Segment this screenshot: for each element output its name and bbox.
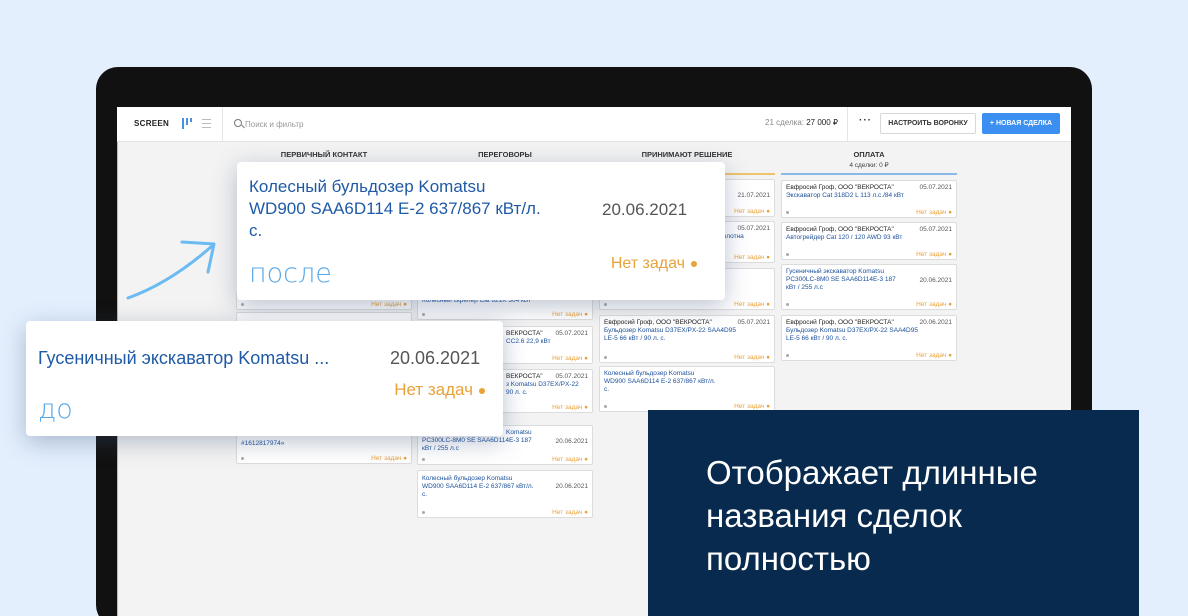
task-status: Нет задач ● bbox=[916, 352, 952, 359]
deal-card[interactable]: Гусеничный экскаватор Komatsu PC300LC-8M… bbox=[781, 264, 957, 310]
deal-title: Бульдозер Komatsu D37EX/PX-22 SAA4D95 bbox=[786, 327, 918, 334]
task-status: Нет задач ● bbox=[552, 404, 588, 411]
promo-text: Отображает длинные названия сделок полно… bbox=[706, 454, 1038, 577]
column-bar-payment bbox=[781, 173, 957, 175]
task-status: Нет задач ● bbox=[734, 208, 770, 215]
deal-contact: Евфросий Гроф, ООО "ВЕКРОСТА" bbox=[604, 319, 712, 326]
deal-date: 20.06.2021 bbox=[555, 438, 588, 445]
deal-title-line2: PC300LC-8M0 SE SAA6D114E-3 187 bbox=[786, 276, 896, 283]
deal-card[interactable]: Евфросий Гроф, ООО "ВЕКРОСТА" 05.07.2021 … bbox=[781, 180, 957, 218]
search-icon bbox=[234, 119, 242, 127]
deal-date: 05.07.2021 bbox=[737, 225, 770, 232]
summary-count: 21 сделка: bbox=[765, 118, 804, 127]
zoom-after-title-line2: WD900 SAA6D114 E-2 637/867 кВт/л. bbox=[249, 199, 541, 218]
zoom-after-title-line3: с. bbox=[249, 221, 263, 240]
deal-card[interactable]: Евфросий Гроф, ООО "ВЕКРОСТА" 05.07.2021 … bbox=[781, 222, 957, 260]
divider bbox=[222, 107, 223, 142]
top-toolbar: SCREEN 21 сделка: 27 000 ₽ ··· НАСТРОИТЬ… bbox=[117, 107, 1071, 142]
deal-title: Колесный бульдозер Komatsu bbox=[604, 370, 695, 377]
zoom-before-date: 20.06.2021 bbox=[390, 348, 481, 368]
task-status: Нет задач ● bbox=[916, 209, 952, 216]
deal-title: Гусеничный экскаватор Komatsu bbox=[786, 268, 884, 275]
column-title-payment: ОПЛАТА bbox=[853, 150, 885, 159]
deal-title: #1612817974» bbox=[241, 440, 285, 447]
zoom-before-label: до bbox=[38, 394, 73, 425]
deal-contact: Евфросий Гроф, ООО "ВЕКРОСТА" bbox=[786, 184, 894, 191]
deal-title-line2: WD900 SAA6D114 E-2 637/867 кВт/л. bbox=[422, 483, 534, 490]
column-subtitle-payment: 4 сделки: 0 ₽ bbox=[849, 162, 889, 169]
task-status: Нет задач ● bbox=[552, 311, 588, 318]
promo-panel: Отображает длинные названия сделок полно… bbox=[648, 410, 1139, 616]
deal-title: Автогрейдер Cat 120 / 120 AWD 93 кВт bbox=[786, 234, 903, 241]
zoom-card-after: Колесный бульдозер Komatsu WD900 SAA6D11… bbox=[237, 162, 725, 300]
task-status: Нет задач ● bbox=[552, 509, 588, 516]
new-deal-button[interactable]: + НОВАЯ СДЕЛКА bbox=[982, 113, 1060, 134]
deal-date: 21.07.2021 bbox=[737, 192, 770, 199]
deal-date: 20.06.2021 bbox=[919, 319, 952, 326]
brand-logo: SCREEN bbox=[134, 119, 170, 128]
deal-card[interactable]: Колесный бульдозер Komatsu WD900 SAA6D11… bbox=[599, 366, 775, 412]
setup-funnel-button[interactable]: НАСТРОИТЬ ВОРОНКУ bbox=[880, 113, 976, 134]
deal-card[interactable]: Евфросий Гроф, ООО "ВЕКРОСТА" 20.06.2021 … bbox=[781, 315, 957, 361]
zoom-before-task-status: Нет задач bbox=[394, 380, 485, 400]
more-button[interactable]: ··· bbox=[859, 115, 872, 126]
zoom-before-task-text: Нет задач bbox=[394, 380, 473, 399]
deal-title-line3: с. bbox=[422, 491, 428, 498]
task-status: Нет задач ● bbox=[734, 301, 770, 308]
deal-title-line2: PC300LC-8M0 SE SAA6D114E-3 187 bbox=[422, 437, 532, 444]
zoom-after-task-text: Нет задач bbox=[610, 255, 685, 272]
deal-title-line3: с. bbox=[604, 386, 610, 393]
deal-title: СС2.6 22,9 кВт bbox=[506, 338, 551, 345]
deal-contact: ВЕКРОСТА" bbox=[506, 330, 543, 337]
zoom-after-title-line1: Колесный бульдозер Komatsu bbox=[249, 177, 486, 196]
zoom-after-date: 20.06.2021 bbox=[602, 200, 688, 219]
list-view-icon[interactable] bbox=[202, 119, 212, 128]
deal-title-line2: LE-5 66 кВт / 90 л. с. bbox=[604, 335, 666, 342]
deal-title-line2: 90 л. с. bbox=[506, 389, 528, 396]
deal-title: Komatsu bbox=[506, 429, 532, 436]
search-input[interactable] bbox=[245, 116, 405, 132]
divider bbox=[847, 107, 848, 142]
summary-amount: 27 000 ₽ bbox=[806, 118, 839, 127]
deal-title-line3: кВт / 255 л.с bbox=[422, 445, 459, 452]
deal-title: з Komatsu D37EX/PX-22 bbox=[506, 381, 579, 388]
zoom-card-before: Гусеничный экскаватор Komatsu ... 20.06.… bbox=[26, 321, 503, 436]
deal-contact: Евфросий Гроф, ООО "ВЕКРОСТА" bbox=[786, 319, 894, 326]
deal-title: Колесный бульдозер Komatsu bbox=[422, 475, 513, 482]
deal-title-line2: LE-5 66 кВт / 90 л. с. bbox=[786, 335, 848, 342]
column-title-primary-contact: ПЕРВИЧНЫЙ КОНТАКТ bbox=[280, 150, 368, 159]
zoom-before-title: Гусеничный экскаватор Komatsu ... bbox=[38, 348, 330, 368]
deal-date: 05.07.2021 bbox=[919, 184, 952, 191]
deal-title-line3: кВт / 255 л.с bbox=[786, 284, 823, 291]
deal-title-line2: WD900 SAA6D114 E-2 637/867 кВт/л. bbox=[604, 378, 716, 385]
task-status: Нет задач ● bbox=[734, 354, 770, 361]
deal-title: Бульдозер Komatsu D37EX/PX-22 SAA4D95 bbox=[604, 327, 736, 334]
task-status: Нет задач ● bbox=[734, 403, 770, 410]
deal-date: 05.07.2021 bbox=[919, 226, 952, 233]
zoom-after-task-status: Нет задач bbox=[611, 255, 697, 273]
column-title-decision: ПРИНИМАЮТ РЕШЕНИЕ bbox=[641, 150, 733, 159]
deal-date: 05.07.2021 bbox=[737, 319, 770, 326]
task-status: Нет задач ● bbox=[552, 355, 588, 362]
task-status: Нет задач ● bbox=[734, 254, 770, 261]
deals-summary: 21 сделка: 27 000 ₽ bbox=[765, 118, 838, 127]
task-status: Нет задач ● bbox=[371, 301, 407, 308]
task-status: Нет задач ● bbox=[552, 456, 588, 463]
deal-card[interactable]: Колесный бульдозер Komatsu WD900 SAA6D11… bbox=[417, 470, 593, 518]
deal-title: Экскаватор Cat 318D2 L 113 л.с./84 кВт bbox=[786, 192, 904, 199]
task-status: Нет задач ● bbox=[916, 251, 952, 258]
deal-date: 20.06.2021 bbox=[919, 277, 952, 284]
deal-contact: Евфросий Гроф, ООО "ВЕКРОСТА" bbox=[786, 226, 894, 233]
deal-date: 05.07.2021 bbox=[555, 330, 588, 337]
deal-contact: ВЕКРОСТА" bbox=[506, 373, 543, 380]
zoom-after-label: после bbox=[249, 258, 332, 289]
kanban-view-icon[interactable] bbox=[182, 118, 192, 129]
deal-card[interactable]: Евфросий Гроф, ООО "ВЕКРОСТА" 05.07.2021 … bbox=[599, 315, 775, 363]
column-title-negotiations: ПЕРЕГОВОРЫ bbox=[478, 150, 532, 159]
task-status: Нет задач ● bbox=[371, 455, 407, 462]
deal-date: 20.06.2021 bbox=[555, 483, 588, 490]
task-status: Нет задач ● bbox=[916, 301, 952, 308]
deal-date: 05.07.2021 bbox=[555, 373, 588, 380]
arrow-icon bbox=[126, 240, 216, 300]
